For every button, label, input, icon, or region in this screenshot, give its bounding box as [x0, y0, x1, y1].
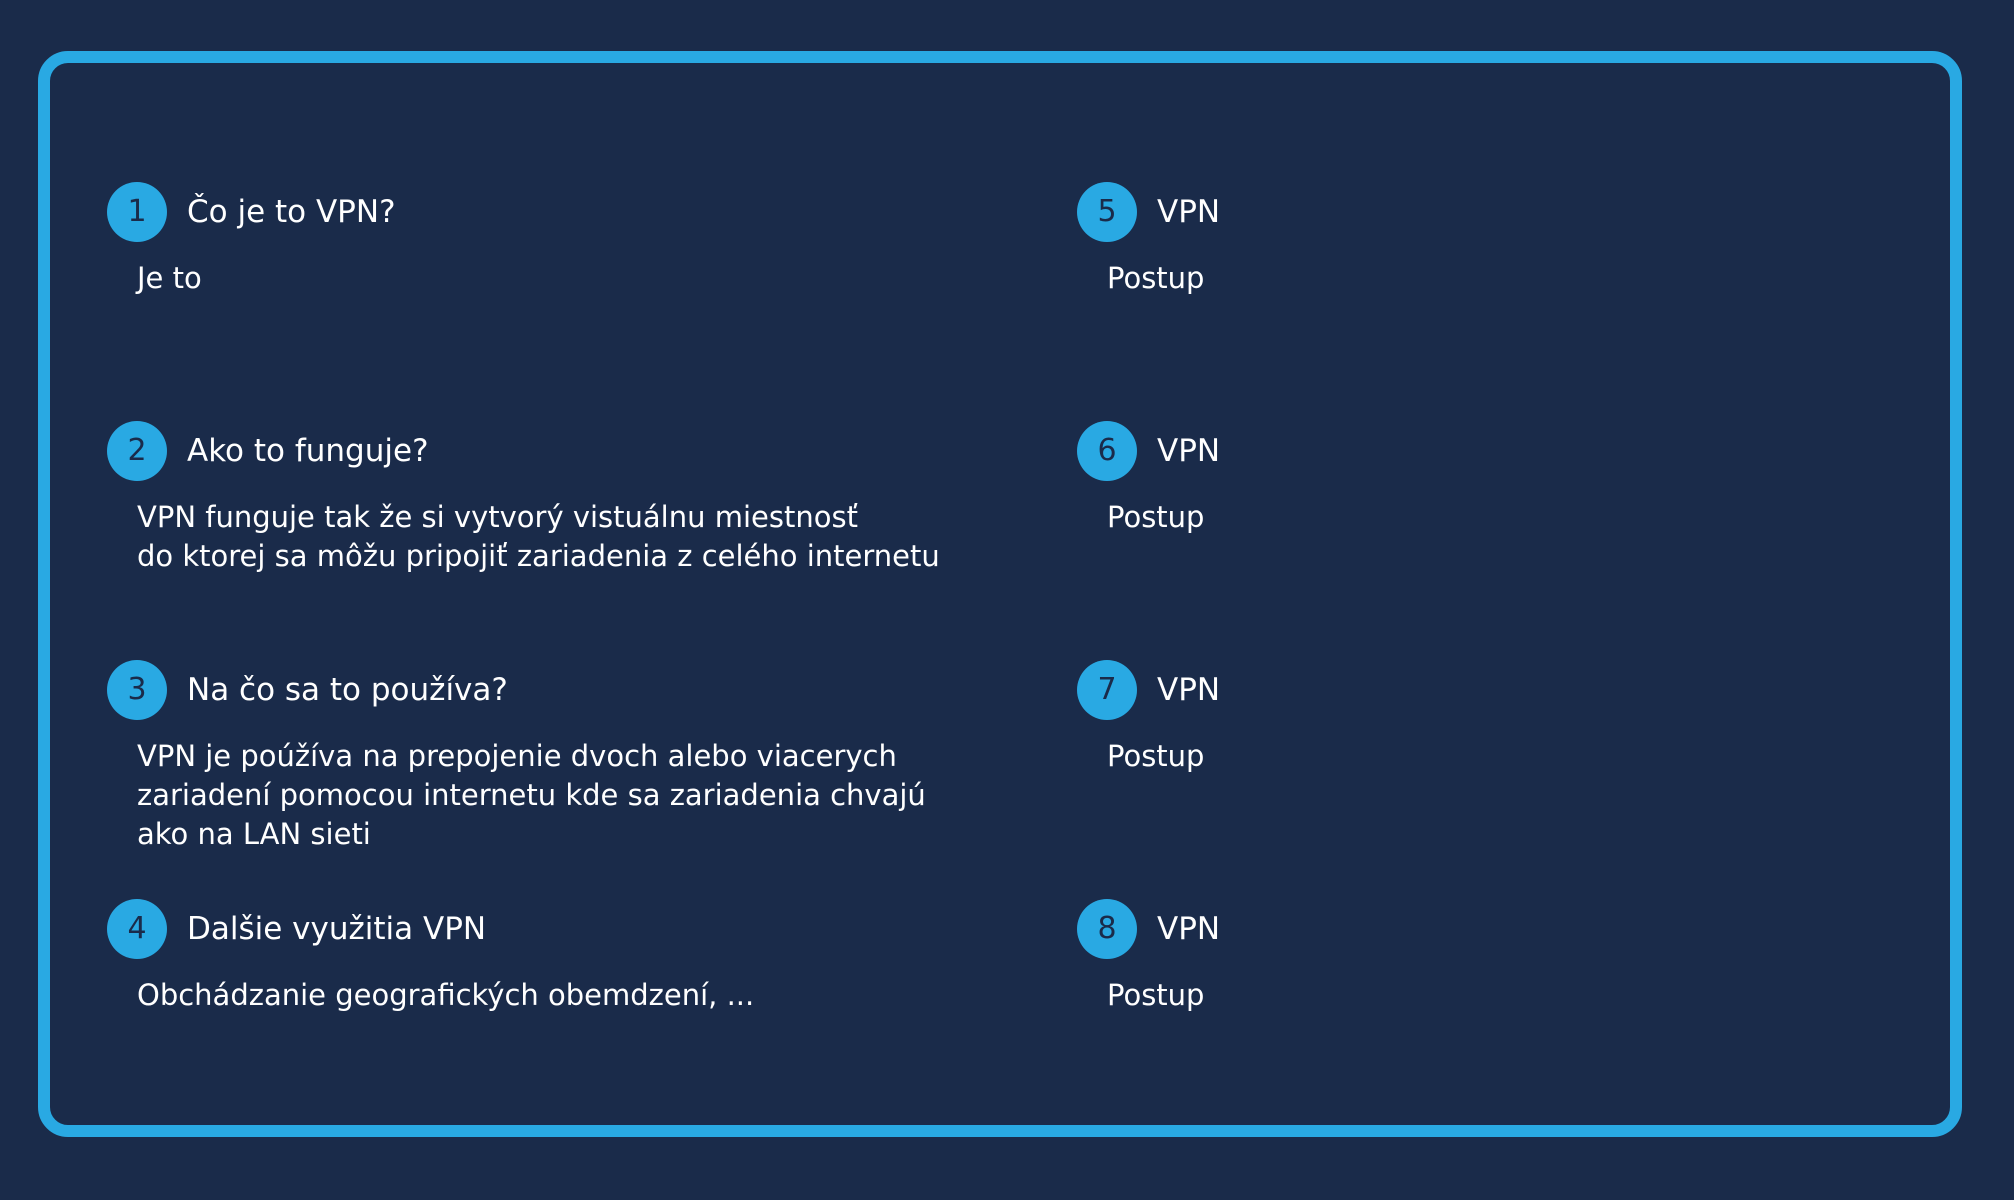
- description-line: Je to: [137, 261, 202, 295]
- description-line: do ktorej sa môžu pripojiť zariadenia z …: [137, 539, 940, 573]
- description-line: ako na LAN sieti: [137, 817, 371, 851]
- number-badge: 4: [107, 899, 167, 959]
- item-title: VPN: [1157, 433, 1221, 469]
- item-title: VPN: [1157, 672, 1221, 708]
- item-description: Postup: [1107, 737, 2014, 776]
- description-line: VPN je poúžíva na prepojenie dvoch alebo…: [137, 739, 897, 773]
- number-badge: 8: [1077, 899, 1137, 959]
- number-badge: 5: [1077, 182, 1137, 242]
- description-line: Postup: [1107, 261, 1205, 295]
- item-description: Obchádzanie geografických obemdzení, ...: [137, 976, 1097, 1015]
- description-line: Postup: [1107, 739, 1205, 773]
- item-description: Je to: [137, 259, 1097, 298]
- item-title: Čo je to VPN?: [187, 194, 396, 230]
- number-badge: 7: [1077, 660, 1137, 720]
- item-title: VPN: [1157, 911, 1221, 947]
- description-line: Postup: [1107, 978, 1205, 1012]
- description-line: Obchádzanie geografických obemdzení, ...: [137, 978, 755, 1012]
- item-description: VPN je poúžíva na prepojenie dvoch alebo…: [137, 737, 1097, 854]
- description-line: Postup: [1107, 500, 1205, 534]
- description-line: zariadení pomocou internetu kde sa zaria…: [137, 778, 926, 812]
- number-badge: 1: [107, 182, 167, 242]
- item-title: VPN: [1157, 194, 1221, 230]
- item-description: Postup: [1107, 976, 2014, 1015]
- number-badge: 2: [107, 421, 167, 481]
- item-title: Dalšie využitia VPN: [187, 911, 487, 947]
- description-line: VPN funguje tak že si vytvorý vistuálnu …: [137, 500, 858, 534]
- item-title: Ako to funguje?: [187, 433, 429, 469]
- item-description: Postup: [1107, 498, 2014, 537]
- item-title: Na čo sa to používa?: [187, 672, 508, 708]
- item-description: Postup: [1107, 259, 2014, 298]
- number-badge: 3: [107, 660, 167, 720]
- number-badge: 6: [1077, 421, 1137, 481]
- item-description: VPN funguje tak že si vytvorý vistuálnu …: [137, 498, 1097, 576]
